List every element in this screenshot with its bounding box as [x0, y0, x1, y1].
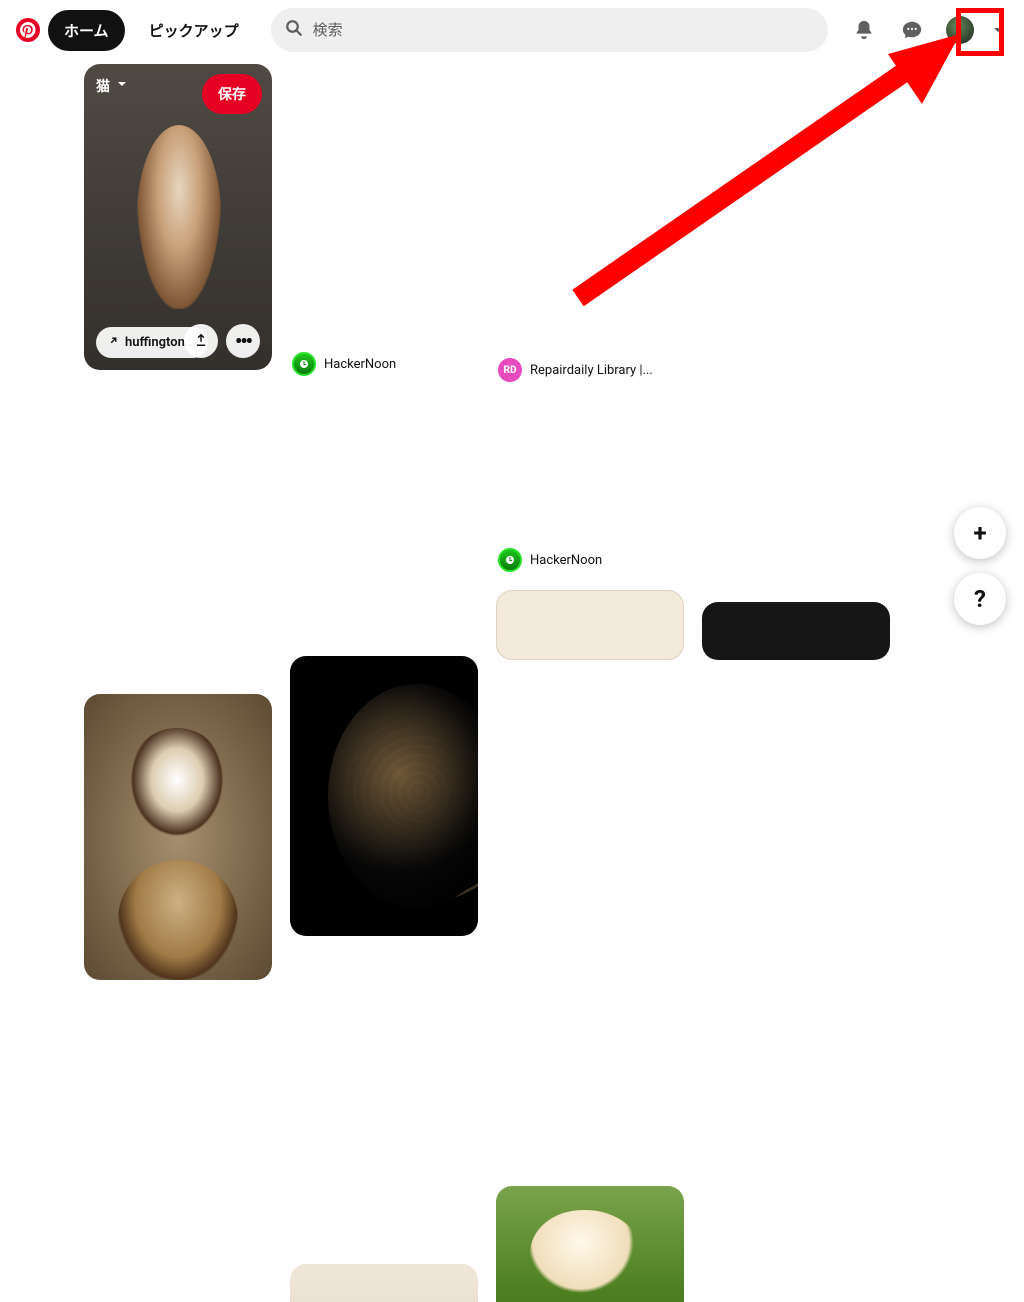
- pin-attribution-repairdaily[interactable]: RD Repairdaily Library |...: [498, 358, 653, 382]
- share-button[interactable]: [184, 324, 218, 358]
- plus-icon: +: [973, 519, 986, 547]
- messages-icon[interactable]: [892, 10, 932, 50]
- pinterest-logo[interactable]: [16, 18, 40, 42]
- avatar-image: [946, 16, 974, 44]
- pin-attribution-hackernoon-1[interactable]: HackerNoon: [292, 352, 396, 376]
- help-fab[interactable]: ?: [954, 573, 1006, 625]
- pin-golden-puppy-grass[interactable]: [496, 1186, 684, 1302]
- avatar-repairdaily: RD: [498, 358, 522, 382]
- pin-attribution-hackernoon-2[interactable]: HackerNoon: [498, 548, 602, 572]
- attribution-label: Repairdaily Library |...: [530, 363, 653, 378]
- more-options-button[interactable]: •••: [226, 324, 260, 358]
- pin-cream-partial[interactable]: [496, 590, 684, 660]
- share-icon: [194, 332, 208, 351]
- board-select-dropdown[interactable]: 猫: [96, 76, 128, 96]
- pin-puppies-stacked[interactable]: [84, 694, 272, 980]
- search-icon: [285, 19, 303, 41]
- save-button[interactable]: 保存: [202, 74, 262, 114]
- help-icon: ?: [974, 585, 986, 613]
- header: ホーム ピックアップ: [0, 0, 1024, 60]
- search-bar[interactable]: [271, 8, 828, 52]
- profile-avatar[interactable]: [940, 10, 980, 50]
- attribution-label: HackerNoon: [324, 357, 396, 372]
- chevron-down-icon: [116, 78, 128, 94]
- avatar-hackernoon: [292, 352, 316, 376]
- pin-corgi-upside-down[interactable]: [290, 1264, 478, 1302]
- pin-cat-jumping[interactable]: 猫 保存 huffington... •••: [84, 64, 272, 370]
- more-icon: •••: [235, 329, 251, 353]
- avatar-hackernoon: [498, 548, 522, 572]
- board-select-label: 猫: [96, 76, 110, 96]
- nav-explore[interactable]: ピックアップ: [133, 10, 255, 51]
- pin-grid: 猫 保存 huffington... ••• HackerNoon RD Rep…: [0, 60, 1024, 651]
- pin-dark-partial[interactable]: [702, 602, 890, 660]
- account-menu-chevron-icon[interactable]: [988, 24, 1008, 36]
- create-fab[interactable]: +: [954, 507, 1006, 559]
- search-input[interactable]: [313, 22, 814, 39]
- external-link-icon: [108, 335, 119, 350]
- nav-home[interactable]: ホーム: [48, 10, 125, 51]
- pin-brain-sphere[interactable]: [290, 656, 478, 936]
- notifications-icon[interactable]: [844, 10, 884, 50]
- attribution-label: HackerNoon: [530, 553, 602, 568]
